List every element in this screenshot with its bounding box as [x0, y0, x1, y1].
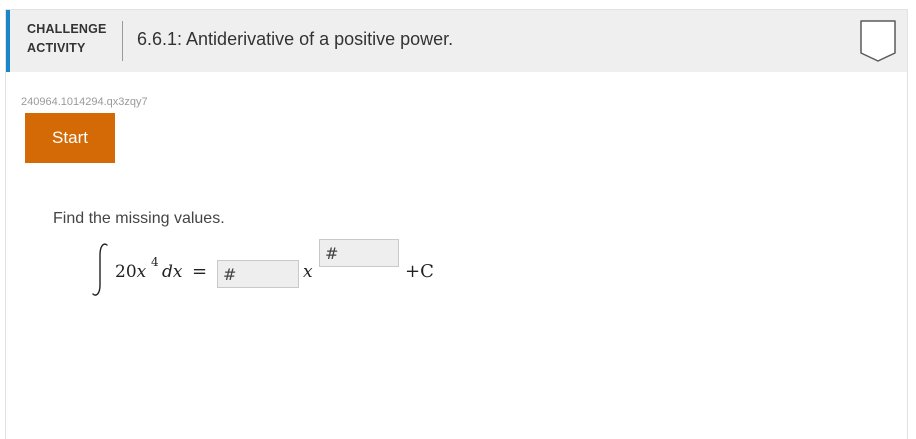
- activity-type-label: CHALLENGE ACTIVITY: [27, 20, 107, 58]
- integrand-variable: x: [136, 262, 147, 282]
- exponent-input[interactable]: [319, 239, 399, 267]
- activity-type-line2: ACTIVITY: [27, 41, 86, 55]
- integrand-term: 20x: [115, 262, 146, 282]
- start-button[interactable]: Start: [25, 113, 115, 163]
- equals-sign: =: [192, 261, 208, 282]
- coefficient-input[interactable]: [217, 260, 299, 288]
- activity-header: CHALLENGE ACTIVITY 6.6.1: Antiderivative…: [6, 10, 907, 72]
- header-divider: [122, 21, 123, 61]
- badge-outline-icon: [860, 20, 896, 62]
- integral-sign-icon: [92, 243, 108, 296]
- activity-type-line1: CHALLENGE: [27, 22, 107, 36]
- integrand-exponent: 4: [151, 255, 159, 269]
- activity-title: 6.6.1: Antiderivative of a positive powe…: [137, 29, 454, 49]
- challenge-activity: CHALLENGE ACTIVITY 6.6.1: Antiderivative…: [5, 9, 908, 439]
- integrand-coefficient: 20: [115, 262, 137, 282]
- constant-of-integration: +C: [405, 261, 434, 282]
- activity-id: 240964.1014294.qx3zqy7: [21, 96, 148, 108]
- result-variable: x: [303, 262, 313, 282]
- problem-instructions: Find the missing values.: [53, 210, 225, 227]
- differential: dx: [162, 262, 183, 282]
